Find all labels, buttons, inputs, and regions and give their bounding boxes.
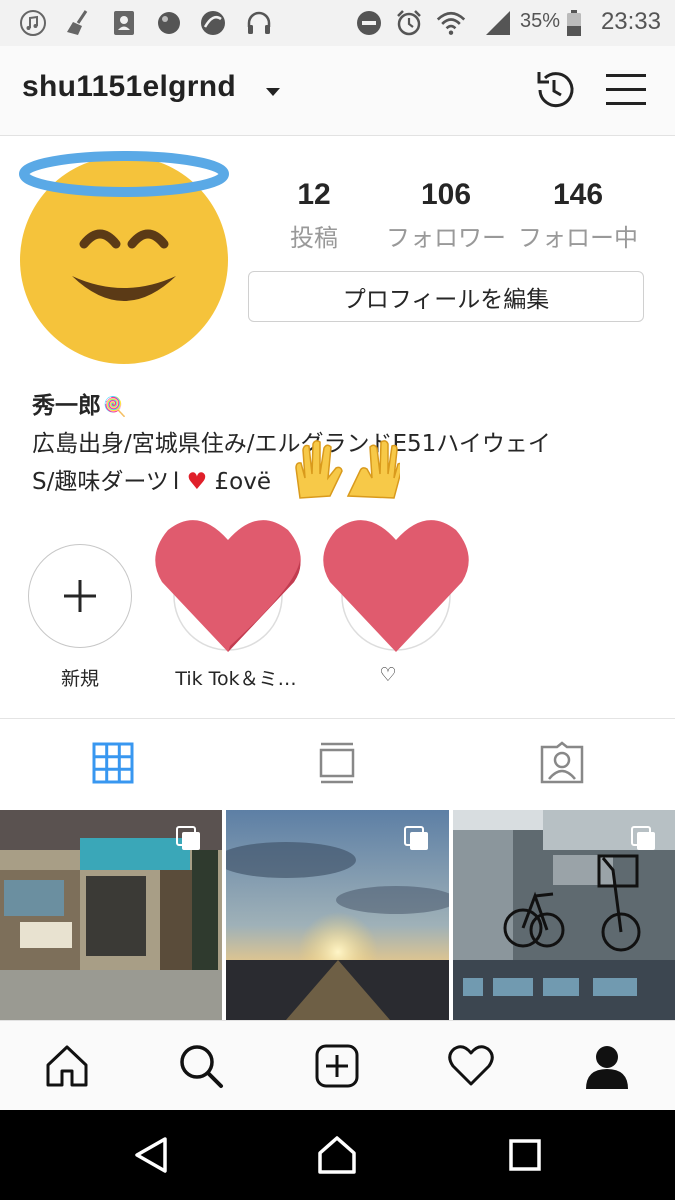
multiple-posts-icon bbox=[176, 826, 202, 852]
lollipop-emoji: 🍭 bbox=[103, 396, 127, 418]
posts-stat[interactable]: 12 投稿 bbox=[274, 178, 354, 253]
recents-icon[interactable] bbox=[502, 1132, 548, 1178]
profile-icon[interactable] bbox=[582, 1041, 632, 1091]
posts-label: 投稿 bbox=[290, 224, 338, 252]
raised-hands-icon bbox=[290, 438, 403, 502]
signal-icon bbox=[484, 8, 514, 38]
highlight-heart[interactable] bbox=[318, 506, 474, 660]
bio-line-2-suffix: £ovë bbox=[214, 469, 271, 495]
edit-profile-button[interactable]: プロフィールを編集 bbox=[248, 271, 644, 322]
account-username[interactable]: shu1151elgrnd bbox=[22, 70, 236, 104]
app-icon bbox=[198, 8, 228, 38]
add-icon[interactable] bbox=[312, 1041, 362, 1091]
music-icon bbox=[18, 8, 48, 38]
highlight-tiktok[interactable] bbox=[150, 512, 306, 666]
new-highlight-button[interactable] bbox=[28, 544, 132, 648]
headphones-icon bbox=[244, 8, 274, 38]
dnd-icon bbox=[354, 8, 384, 38]
clock: 23:33 bbox=[600, 8, 661, 35]
home-button-icon[interactable] bbox=[314, 1132, 360, 1178]
grid-icon[interactable] bbox=[88, 738, 138, 788]
profile-header: shu1151elgrnd bbox=[0, 46, 675, 136]
red-heart-icon: ♥ bbox=[186, 469, 208, 495]
tagged-icon[interactable] bbox=[537, 738, 587, 788]
display-name-text: 秀一郎 bbox=[32, 393, 101, 419]
multiple-posts-icon bbox=[404, 826, 430, 852]
android-navigation-bar bbox=[0, 1110, 675, 1200]
status-bar: 35% 23:33 bbox=[0, 0, 675, 46]
followers-count: 106 bbox=[420, 178, 472, 211]
battery-percent: 35% bbox=[520, 10, 561, 32]
home-icon[interactable] bbox=[42, 1041, 92, 1091]
multiple-posts-icon bbox=[631, 826, 657, 852]
menu-icon[interactable] bbox=[600, 64, 652, 116]
alarm-icon bbox=[394, 8, 424, 38]
battery-icon bbox=[564, 8, 584, 38]
broom-icon bbox=[64, 8, 94, 38]
chevron-down-icon[interactable] bbox=[266, 88, 280, 96]
following-stat[interactable]: 146 フォロー中 bbox=[512, 178, 644, 253]
feed-icon[interactable] bbox=[312, 738, 362, 788]
wifi-icon bbox=[436, 8, 466, 38]
bottom-navigation bbox=[0, 1020, 675, 1110]
following-label: フォロー中 bbox=[518, 224, 638, 252]
avatar[interactable] bbox=[14, 148, 234, 364]
history-icon[interactable] bbox=[528, 64, 580, 116]
posts-count: 12 bbox=[297, 178, 331, 211]
bio-line-2-prefix: S/趣味ダーツ bbox=[32, 469, 169, 495]
contacts-icon bbox=[110, 8, 140, 38]
followers-label: フォロワー bbox=[386, 224, 506, 252]
highlight-label-heart: ♡ bbox=[379, 664, 397, 686]
circle-icon bbox=[154, 8, 184, 38]
followers-stat[interactable]: 106 フォロワー bbox=[380, 178, 512, 253]
following-count: 146 bbox=[552, 178, 604, 211]
heart-icon[interactable] bbox=[446, 1041, 496, 1091]
back-icon[interactable] bbox=[128, 1132, 174, 1178]
highlight-label-new: 新規 bbox=[60, 668, 99, 690]
search-icon[interactable] bbox=[176, 1041, 226, 1091]
bio-line-2: S/趣味ダーツ l ♥ £ovë bbox=[32, 469, 271, 495]
display-name: 秀一郎 🍭 bbox=[32, 386, 127, 420]
highlight-label-tiktok: Tik Tok＆ミ… bbox=[175, 668, 297, 690]
divider bbox=[0, 718, 675, 719]
